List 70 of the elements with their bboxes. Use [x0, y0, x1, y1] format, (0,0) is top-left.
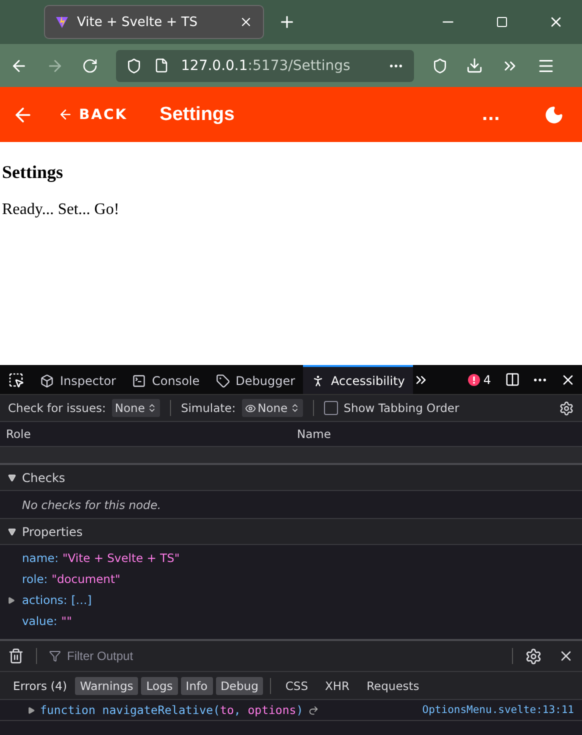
section-header[interactable]: Checks	[0, 465, 582, 491]
logo-icon	[55, 15, 69, 29]
eye-icon	[244, 402, 256, 414]
source-link[interactable]: OptionsMenu.svelte:13:11	[422, 704, 574, 716]
caret-icon[interactable]	[8, 596, 15, 604]
section-header[interactable]: Properties	[0, 519, 582, 545]
more-menu[interactable]: ...	[482, 105, 500, 124]
column-header: Name	[296, 427, 332, 441]
caret-icon	[8, 528, 16, 536]
property-value: ""	[61, 614, 72, 628]
error-icon	[468, 374, 480, 386]
tabbing-checkbox[interactable]	[324, 401, 338, 415]
back-button[interactable]: BACK	[54, 102, 132, 126]
devtools-tab[interactable]: Debugger	[208, 365, 304, 394]
page-heading: Settings	[2, 162, 64, 183]
section-title: Checks	[22, 470, 66, 484]
devtools-tab[interactable]: Accessibility	[303, 365, 413, 394]
page-text: Ready... Set... Go!	[2, 201, 120, 219]
filter-button[interactable]: Info	[180, 676, 213, 694]
shield-icon	[126, 58, 142, 74]
maximize-icon[interactable]	[496, 16, 508, 28]
updown-icon	[146, 403, 157, 413]
jump-icon[interactable]	[308, 704, 320, 716]
property-key: value:	[22, 614, 58, 628]
url-text: 127.0.0.1:5173/Settings	[181, 58, 352, 74]
property-key: role:	[22, 572, 48, 586]
app-title: Settings	[160, 104, 236, 126]
property-key: actions:	[22, 592, 68, 606]
error-count: 4	[483, 372, 491, 386]
property-value: "Vite + Svelte + TS"	[62, 550, 180, 564]
filter-button[interactable]: Debug	[216, 676, 264, 694]
reload-icon[interactable]	[82, 58, 98, 74]
log-message: function navigateRelative(to, options)	[40, 703, 304, 717]
section-title: Properties	[22, 524, 83, 538]
check-label: Check for issues:	[8, 401, 106, 415]
new-tab-icon[interactable]	[278, 13, 296, 31]
terminal-icon	[132, 374, 146, 388]
responsive-icon[interactable]	[505, 372, 520, 387]
devtools-tab[interactable]: Inspector	[32, 365, 124, 394]
settings-icon[interactable]	[559, 400, 574, 416]
moon-icon[interactable]	[544, 104, 564, 124]
trash-icon[interactable]	[8, 648, 24, 664]
caret-icon	[8, 474, 16, 482]
property-value: […]	[71, 592, 92, 606]
tabbing-label: Show Tabbing Order	[344, 401, 460, 415]
address-bar[interactable]: 127.0.0.1:5173/Settings	[116, 50, 414, 82]
type-filter[interactable]: Requests	[360, 676, 426, 694]
property-value: "document"	[52, 572, 120, 586]
simulate-label: Simulate:	[180, 401, 236, 415]
tag-icon	[216, 374, 230, 388]
updown-icon	[290, 403, 300, 413]
filter-button[interactable]: Warnings	[74, 676, 138, 694]
type-filter[interactable]: CSS	[278, 676, 316, 694]
filter-icon	[49, 650, 61, 662]
filter-button[interactable]: Errors (4)	[8, 676, 72, 694]
close-icon[interactable]	[239, 15, 253, 29]
type-filter[interactable]: XHR	[318, 676, 357, 694]
property-key: name:	[22, 550, 58, 564]
browser-tab[interactable]: Vite + Svelte + TS	[44, 5, 264, 39]
devtools-tab[interactable]: Console	[124, 365, 208, 394]
filter-button[interactable]: Logs	[141, 676, 178, 694]
check-select[interactable]: None	[112, 399, 160, 417]
settings-icon[interactable]	[525, 648, 542, 664]
column-header: Role	[5, 427, 32, 441]
simulate-select[interactable]: None	[242, 399, 303, 417]
page-icon	[154, 58, 169, 73]
filter-field[interactable]: Filter Output	[65, 648, 269, 664]
caret-icon[interactable]	[28, 706, 35, 714]
download-icon[interactable]	[466, 57, 483, 74]
cube-icon	[40, 374, 54, 388]
